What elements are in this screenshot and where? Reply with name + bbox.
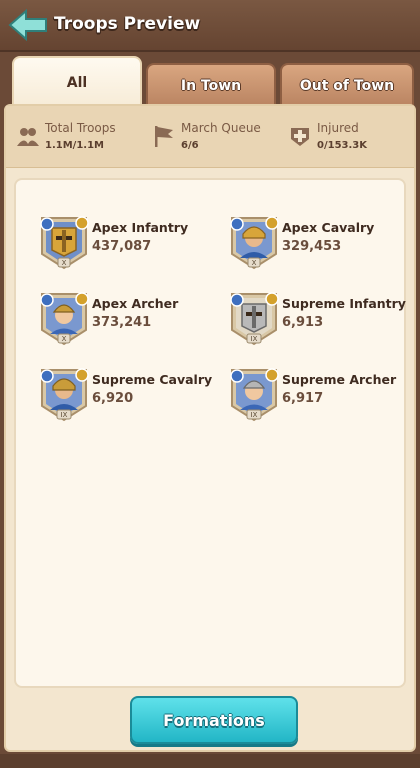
archer-portrait-icon: X <box>40 292 89 346</box>
total-troops-label: Total Troops <box>45 121 116 135</box>
troop-list: X Apex Infantry 437,087 X Apex Cavalry 3… <box>14 178 406 688</box>
injured-value: 0/153.3K <box>317 140 367 151</box>
troop-item-supreme-archer[interactable]: IX Supreme Archer 6,917 <box>228 364 414 424</box>
bottom-border <box>0 754 420 768</box>
stat-march-queue: March Queue 6/6 <box>152 120 282 156</box>
troop-item-apex-archer[interactable]: X Apex Archer 373,241 <box>38 288 224 348</box>
troops-panel: Total Troops 1.1M/1.1M March Queue 6/6 I… <box>4 104 416 752</box>
page-title: Troops Preview <box>54 14 201 34</box>
archer-portrait-icon: IX <box>230 368 279 422</box>
troop-name: Apex Cavalry <box>282 220 375 235</box>
troop-count: 6,920 <box>92 391 134 406</box>
troop-count: 6,913 <box>282 315 324 330</box>
troops-icon <box>17 128 39 146</box>
troop-name: Apex Archer <box>92 296 179 311</box>
troop-count: 373,241 <box>92 315 152 330</box>
troop-item-apex-cavalry[interactable]: X Apex Cavalry 329,453 <box>228 212 414 272</box>
tab-out-of-town[interactable]: Out of Town <box>280 63 414 107</box>
troop-item-apex-infantry[interactable]: X Apex Infantry 437,087 <box>38 212 224 272</box>
flag-icon <box>155 126 173 147</box>
troop-name: Supreme Infantry <box>282 296 406 311</box>
stat-total-troops: Total Troops 1.1M/1.1M <box>16 120 151 156</box>
back-arrow-icon[interactable] <box>8 9 48 41</box>
march-queue-label: March Queue <box>181 121 261 135</box>
troop-item-supreme-infantry[interactable]: IX Supreme Infantry 6,913 <box>228 288 414 348</box>
header-bar: Troops Preview <box>0 0 420 52</box>
formations-button[interactable]: Formations <box>130 696 298 744</box>
infantry-portrait-icon: IX <box>230 292 279 346</box>
svg-text:X: X <box>252 259 257 267</box>
injured-label: Injured <box>317 121 359 135</box>
total-troops-value: 1.1M/1.1M <box>45 140 104 151</box>
stat-injured: Injured 0/153.3K <box>288 120 408 156</box>
troop-name: Supreme Archer <box>282 372 397 387</box>
troop-item-supreme-cavalry[interactable]: IX Supreme Cavalry 6,920 <box>38 364 224 424</box>
stats-bar: Total Troops 1.1M/1.1M March Queue 6/6 I… <box>6 106 414 168</box>
troop-name: Apex Infantry <box>92 220 189 235</box>
cavalry-portrait-icon: X <box>230 216 279 270</box>
troop-name: Supreme Cavalry <box>92 372 213 387</box>
svg-text:IX: IX <box>251 411 258 419</box>
tab-all[interactable]: All <box>12 56 142 108</box>
svg-text:IX: IX <box>61 411 68 419</box>
infantry-portrait-icon: X <box>40 216 89 270</box>
troop-count: 6,917 <box>282 391 324 406</box>
cavalry-portrait-icon: IX <box>40 368 89 422</box>
svg-text:IX: IX <box>251 335 258 343</box>
tab-in-town[interactable]: In Town <box>146 63 276 107</box>
medical-cross-icon <box>291 128 309 146</box>
svg-text:X: X <box>62 259 67 267</box>
troop-count: 329,453 <box>282 239 342 254</box>
svg-text:X: X <box>62 335 67 343</box>
troop-count: 437,087 <box>92 239 152 254</box>
march-queue-value: 6/6 <box>181 140 199 151</box>
